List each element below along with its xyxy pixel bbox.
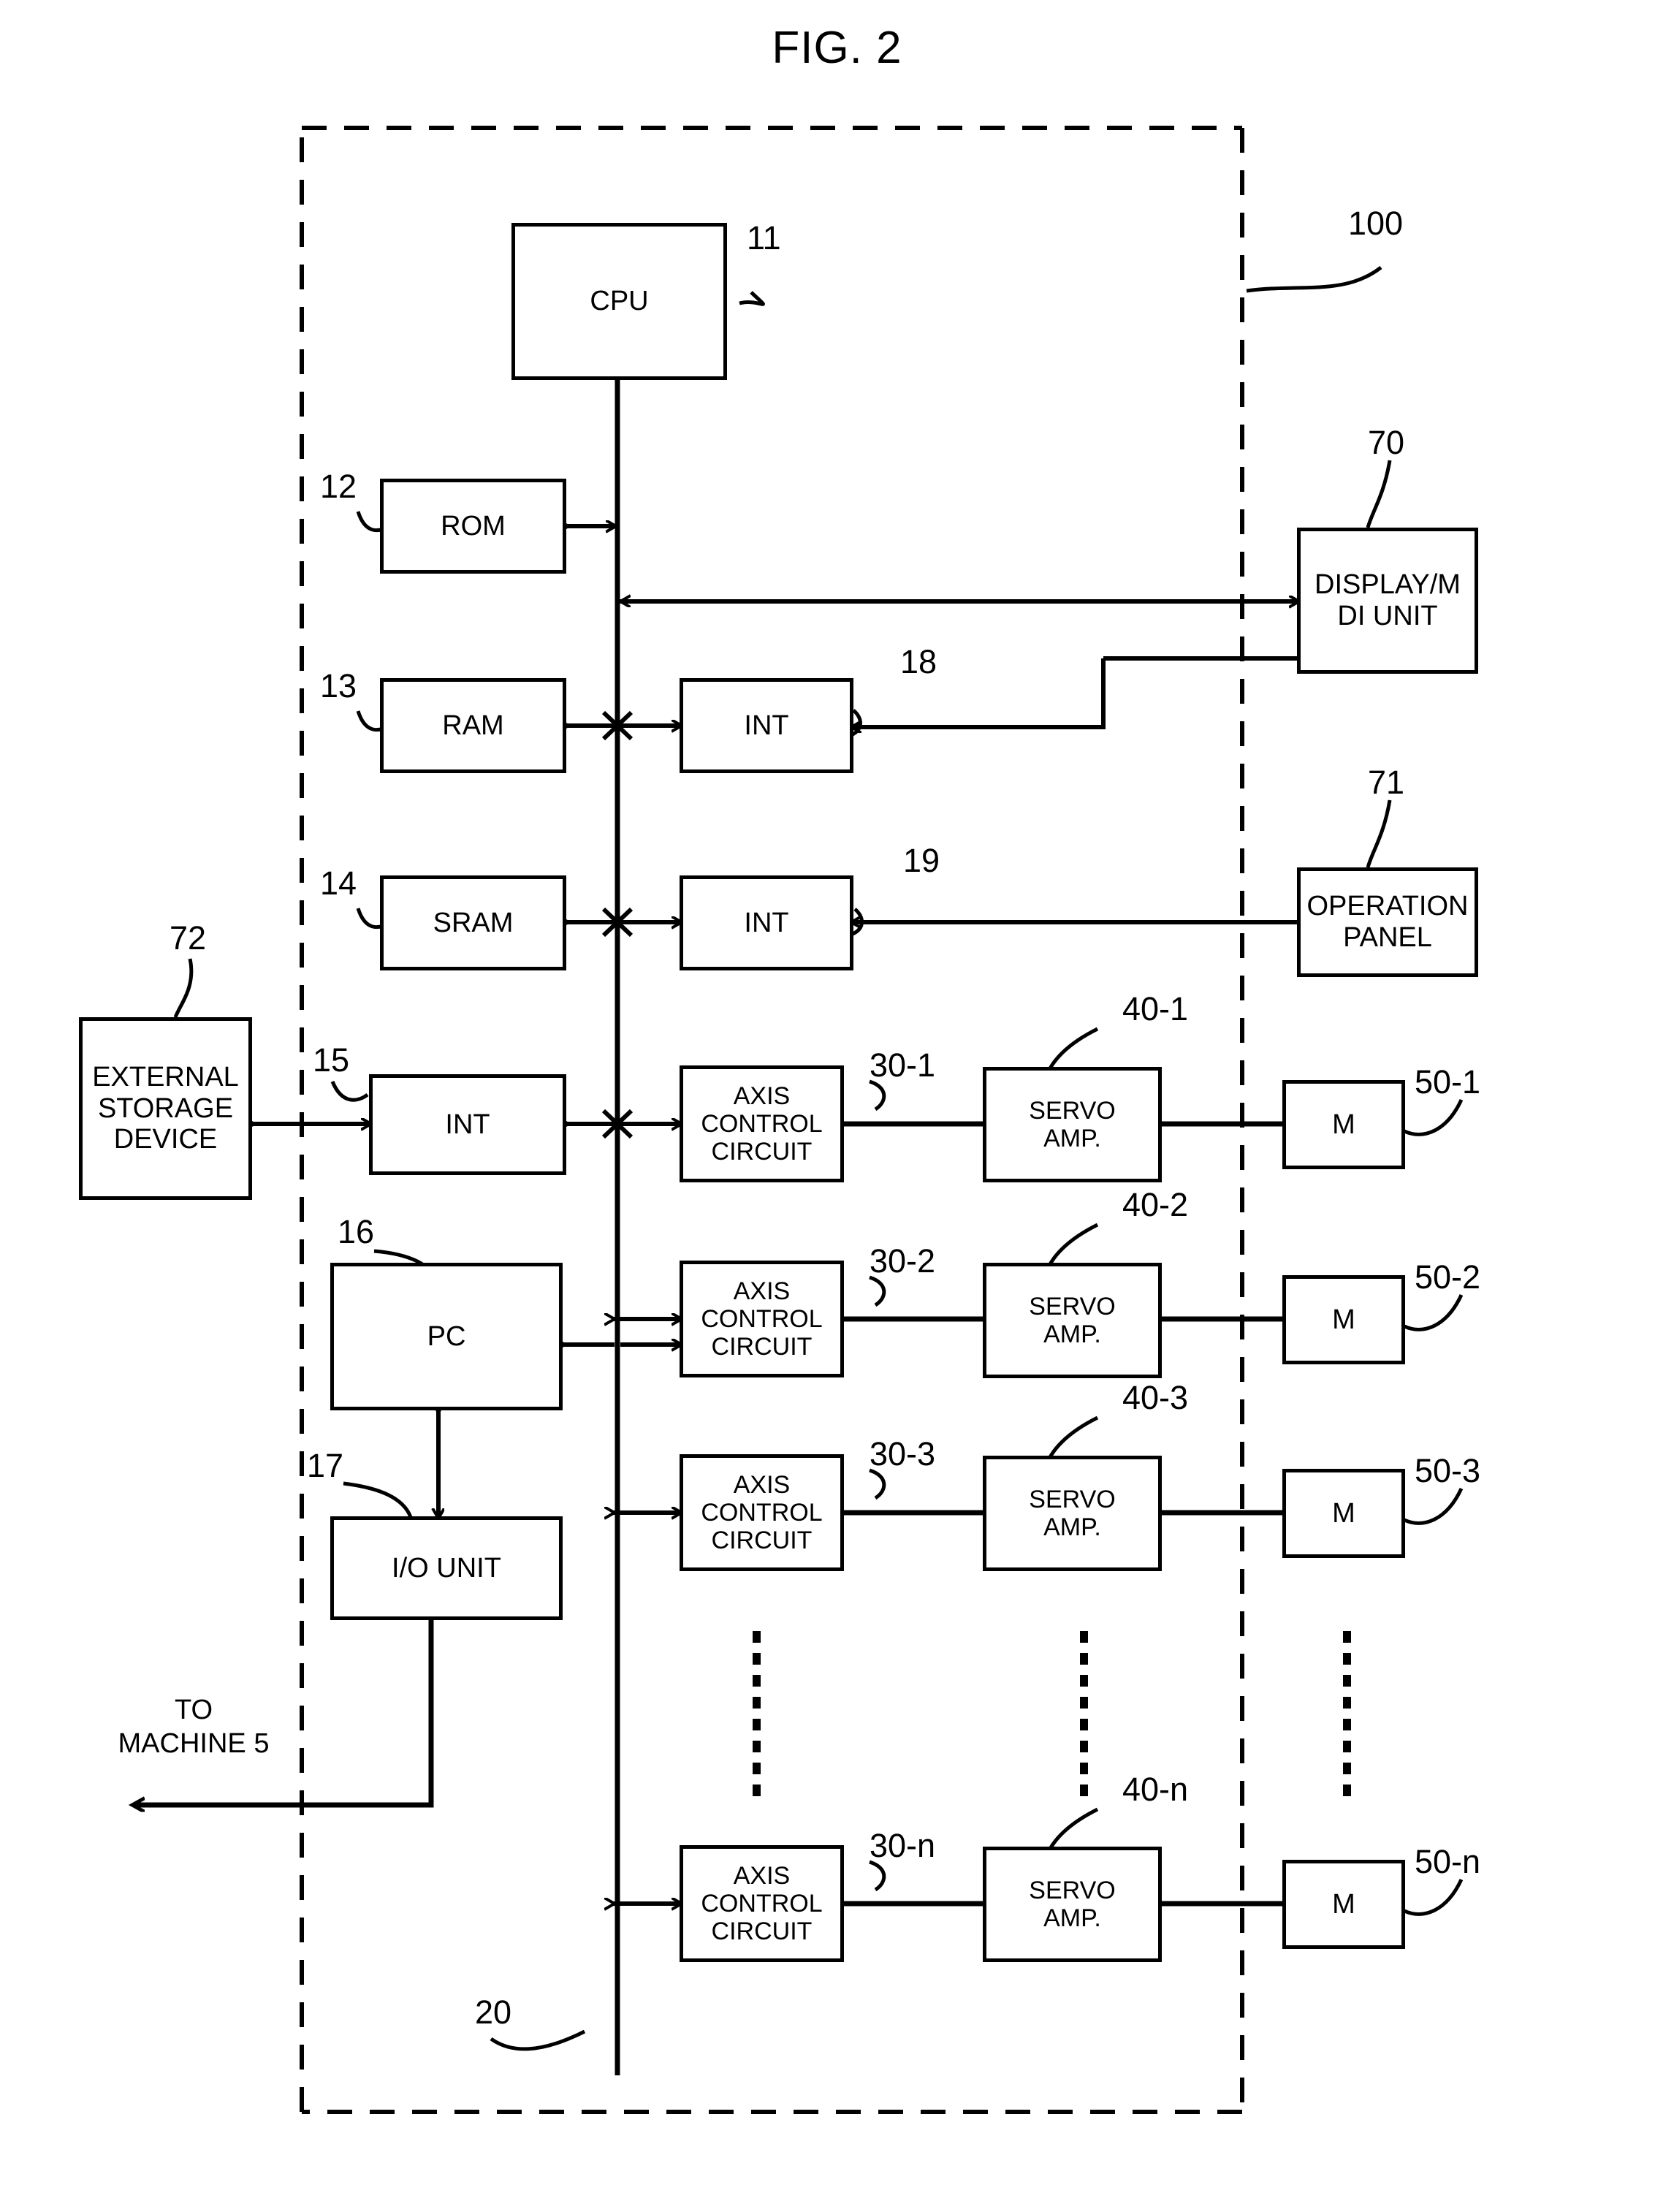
ref-15: 15 [313, 1041, 350, 1079]
block-motor-2[interactable]: M [1282, 1275, 1405, 1364]
ellipsis-motor-column [1343, 1631, 1351, 1796]
ref-30-2: 30-2 [870, 1242, 936, 1280]
block-servo-amp-2[interactable]: SERVO AMP. [983, 1263, 1162, 1378]
block-sram-label: SRAM [433, 907, 514, 938]
block-servo-amp-1-label: SERVO AMP. [1029, 1096, 1116, 1152]
ram-bus-int-link [566, 710, 680, 741]
ref-13: 13 [320, 667, 357, 704]
block-axis-control-circuit-n-label: AXIS CONTROL CIRCUIT [701, 1861, 823, 1946]
ref-30-n: 30-n [870, 1827, 936, 1864]
ref-40-n: 40-n [1122, 1771, 1189, 1808]
vertical-ellipsis-dots [753, 1631, 1351, 1796]
block-int-18-label: INT [744, 710, 789, 741]
ref-40-2: 40-2 [1122, 1186, 1189, 1223]
ref-17: 17 [307, 1447, 344, 1484]
ref-30-1: 30-1 [870, 1046, 936, 1084]
block-rom[interactable]: ROM [380, 479, 566, 574]
block-motor-1-label: M [1332, 1109, 1355, 1140]
ref-20: 20 [475, 1994, 512, 2031]
block-motor-2-label: M [1332, 1304, 1355, 1335]
ref-18: 18 [900, 643, 937, 680]
ref-14: 14 [320, 864, 357, 902]
block-servo-amp-n[interactable]: SERVO AMP. [983, 1847, 1162, 1962]
ref-40-3: 40-3 [1122, 1379, 1189, 1416]
block-io-unit[interactable]: I/O UNIT [330, 1516, 563, 1620]
block-axis-control-circuit-2[interactable]: AXIS CONTROL CIRCUIT [680, 1261, 844, 1377]
block-external-storage-device[interactable]: EXTERNAL STORAGE DEVICE [79, 1017, 252, 1200]
block-servo-amp-1[interactable]: SERVO AMP. [983, 1067, 1162, 1182]
ellipsis-axis-column [753, 1631, 761, 1796]
block-int-18[interactable]: INT [680, 678, 853, 773]
ref-50-n: 50-n [1415, 1843, 1481, 1880]
block-external-storage-device-label: EXTERNAL STORAGE DEVICE [92, 1062, 239, 1155]
block-int-15[interactable]: INT [369, 1074, 566, 1175]
sram-bus-int-link [566, 907, 680, 938]
ref-50-1: 50-1 [1415, 1063, 1481, 1101]
block-motor-1[interactable]: M [1282, 1080, 1405, 1169]
block-int-19-label: INT [744, 907, 789, 938]
ref-50-2: 50-2 [1415, 1258, 1481, 1296]
block-sram[interactable]: SRAM [380, 875, 566, 970]
block-axis-control-circuit-1[interactable]: AXIS CONTROL CIRCUIT [680, 1065, 844, 1182]
block-io-unit-label: I/O UNIT [392, 1552, 501, 1584]
block-cpu-label: CPU [590, 286, 649, 317]
block-axis-control-circuit-1-label: AXIS CONTROL CIRCUIT [701, 1082, 823, 1166]
pc-bus-link [563, 1319, 680, 1345]
block-display-mdi-unit[interactable]: DISPLAY/M DI UNIT [1297, 528, 1478, 674]
block-axis-control-circuit-3-label: AXIS CONTROL CIRCUIT [701, 1470, 823, 1555]
block-operation-panel-label: OPERATION PANEL [1306, 891, 1469, 953]
block-motor-3[interactable]: M [1282, 1469, 1405, 1558]
ref-19: 19 [903, 842, 940, 879]
block-rom-label: ROM [441, 510, 506, 541]
annotation-to-machine: TO MACHINE 5 [118, 1695, 270, 1759]
block-int-19[interactable]: INT [680, 875, 853, 970]
block-ram-label: RAM [442, 710, 504, 741]
block-axis-control-circuit-n[interactable]: AXIS CONTROL CIRCUIT [680, 1845, 844, 1962]
block-pc[interactable]: PC [330, 1263, 563, 1410]
block-display-mdi-unit-label: DISPLAY/M DI UNIT [1315, 569, 1461, 631]
ref-71: 71 [1368, 764, 1405, 801]
block-int-15-label: INT [445, 1109, 490, 1140]
block-cpu[interactable]: CPU [511, 223, 727, 380]
ref-72: 72 [170, 919, 207, 957]
ref-11: 11 [747, 219, 781, 256]
block-motor-n-label: M [1332, 1888, 1355, 1920]
block-servo-amp-2-label: SERVO AMP. [1029, 1292, 1116, 1348]
ref-40-1: 40-1 [1122, 990, 1189, 1027]
block-axis-control-circuit-2-label: AXIS CONTROL CIRCUIT [701, 1277, 823, 1361]
ref-50-3: 50-3 [1415, 1452, 1481, 1489]
block-pc-label: PC [427, 1320, 466, 1352]
block-servo-amp-n-label: SERVO AMP. [1029, 1876, 1116, 1932]
block-axis-control-circuit-3[interactable]: AXIS CONTROL CIRCUIT [680, 1454, 844, 1571]
block-motor-n[interactable]: M [1282, 1860, 1405, 1949]
figure-canvas: FIG. 2 CPU 11 100 ROM 12 RAM 13 INT 18 S… [0, 0, 1674, 2212]
ref-30-3: 30-3 [870, 1435, 936, 1472]
ref-12: 12 [320, 468, 357, 505]
ref-100: 100 [1348, 205, 1404, 242]
ref-70: 70 [1368, 424, 1405, 461]
ref-16: 16 [338, 1213, 375, 1250]
block-motor-3-label: M [1332, 1497, 1355, 1529]
ellipsis-servo-column [1080, 1631, 1088, 1796]
block-servo-amp-3[interactable]: SERVO AMP. [983, 1456, 1162, 1571]
block-operation-panel[interactable]: OPERATION PANEL [1297, 867, 1478, 977]
block-servo-amp-3-label: SERVO AMP. [1029, 1485, 1116, 1541]
block-ram[interactable]: RAM [380, 678, 566, 773]
